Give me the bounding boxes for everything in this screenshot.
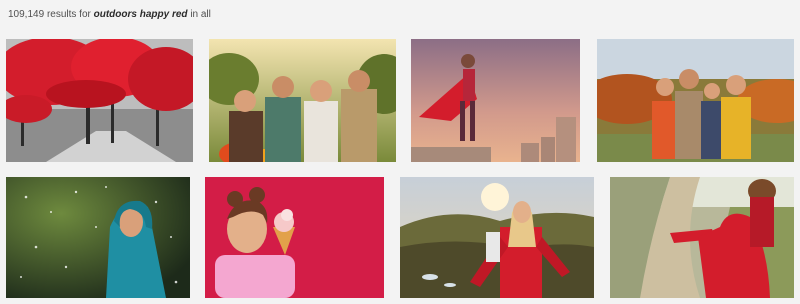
image-result-ice-cream-girl[interactable] [205,177,384,298]
results-count-text: 109,149 results for outdoors happy red i… [8,9,211,20]
graduate-red-image [610,177,794,298]
red-tree-park-image [6,39,193,162]
image-result-friends-toast[interactable] [209,39,396,162]
results-for-label: results for [46,9,91,20]
image-result-family-autumn[interactable] [597,39,794,162]
image-result-teal-hood[interactable] [6,177,190,298]
image-result-red-jacket-hills[interactable] [400,177,594,298]
red-jacket-hills-image [400,177,594,298]
family-autumn-image [597,39,794,162]
results-scope: in all [190,9,211,20]
search-query: outdoors happy red [93,9,188,20]
image-result-red-tree-park[interactable] [6,39,193,162]
teal-hood-image [6,177,190,298]
friends-toast-image [209,39,396,162]
child-cape-image [411,39,580,162]
results-count: 109,149 [8,9,45,20]
image-result-child-cape[interactable] [411,39,580,162]
image-result-graduate-red[interactable] [610,177,794,298]
ice-cream-girl-image [205,177,384,298]
